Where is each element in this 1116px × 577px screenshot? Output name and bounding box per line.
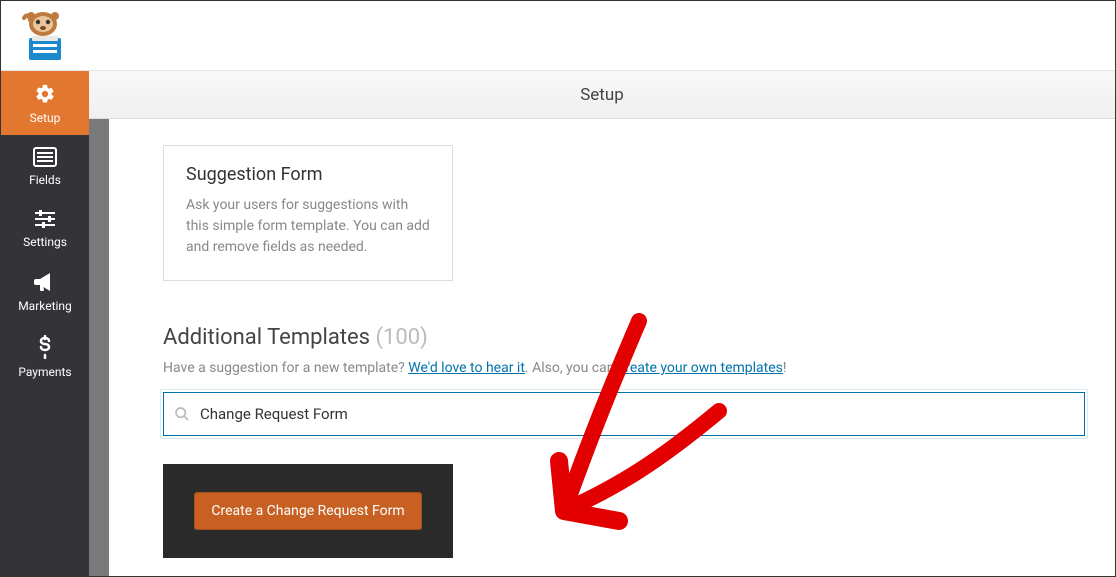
topbar [1,1,1115,71]
heading-count: (100) [375,325,427,350]
nav-label: Payments [18,365,71,379]
template-search[interactable] [163,392,1085,436]
bullhorn-icon [33,271,57,293]
sliders-icon [33,209,57,229]
nav-setup[interactable]: Setup [1,71,89,135]
dollar-icon [37,335,53,359]
prompt-post: ! [783,360,787,376]
nav-label: Settings [23,235,67,249]
prompt-pre: Have a suggestion for a new template? [163,360,408,376]
nav-fields[interactable]: Fields [1,135,89,197]
additional-templates-heading: Additional Templates (100) [163,325,1085,350]
prompt-mid: . Also, you can [525,360,618,376]
sidebar: Setup Fields [1,71,89,576]
hear-it-link[interactable]: We'd love to hear it [408,360,525,376]
suggestion-prompt: Have a suggestion for a new template? We… [163,360,1085,376]
template-result[interactable]: Create a Change Request Form [163,464,453,558]
template-card-title: Suggestion Form [186,164,430,185]
nav-marketing[interactable]: Marketing [1,259,89,323]
template-card-desc: Ask your users for suggestions with this… [186,195,430,258]
logo [11,8,71,64]
page-title: Setup [89,71,1115,119]
template-card-suggestion-form[interactable]: Suggestion Form Ask your users for sugge… [163,145,453,281]
list-icon [33,147,57,167]
nav-label: Fields [29,173,61,187]
nav-label: Setup [30,111,61,125]
heading-text: Additional Templates [163,325,370,350]
gear-icon [34,83,56,105]
nav-payments[interactable]: Payments [1,323,89,389]
nav-settings[interactable]: Settings [1,197,89,259]
search-input[interactable] [200,405,1074,423]
nav-label: Marketing [18,299,72,313]
create-template-button[interactable]: Create a Change Request Form [194,492,421,530]
own-templates-link[interactable]: create your own templates [618,360,783,376]
page-title-text: Setup [580,85,624,105]
search-icon [174,406,190,422]
